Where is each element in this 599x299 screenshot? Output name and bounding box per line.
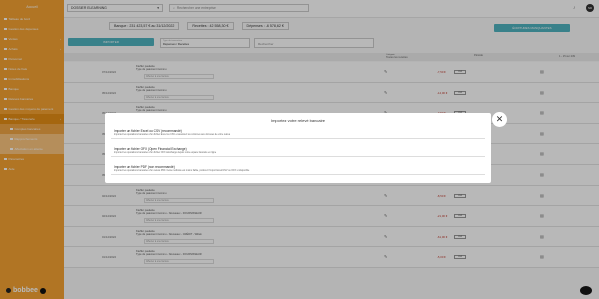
- modal-title: Importez votre relevé bancaire: [270, 118, 326, 123]
- option-title: Importer un fichier OFX (Open Financial …: [114, 147, 187, 151]
- option-title: Importer un fichier Excel ou CSV (recomm…: [114, 129, 182, 133]
- import-option-csv[interactable]: Importer un fichier Excel ou CSV (recomm…: [111, 127, 485, 139]
- option-description: Importez les opérations bancaires d'un f…: [114, 134, 231, 136]
- option-description: Importez les opérations bancaires d'un f…: [114, 152, 217, 154]
- option-description: Importez les opérations bancaires d'un r…: [114, 170, 250, 172]
- import-option-ofx[interactable]: Importer un fichier OFX (Open Financial …: [111, 145, 485, 157]
- import-option-pdf[interactable]: Importer un fichier PDF (non recommandé)…: [111, 163, 485, 175]
- import-modal: Importez votre relevé bancaire Importer …: [105, 113, 491, 183]
- help-chat-icon[interactable]: [580, 286, 592, 295]
- close-icon[interactable]: ✕: [492, 112, 507, 127]
- option-title: Importer un fichier PDF (non recommandé): [114, 165, 175, 169]
